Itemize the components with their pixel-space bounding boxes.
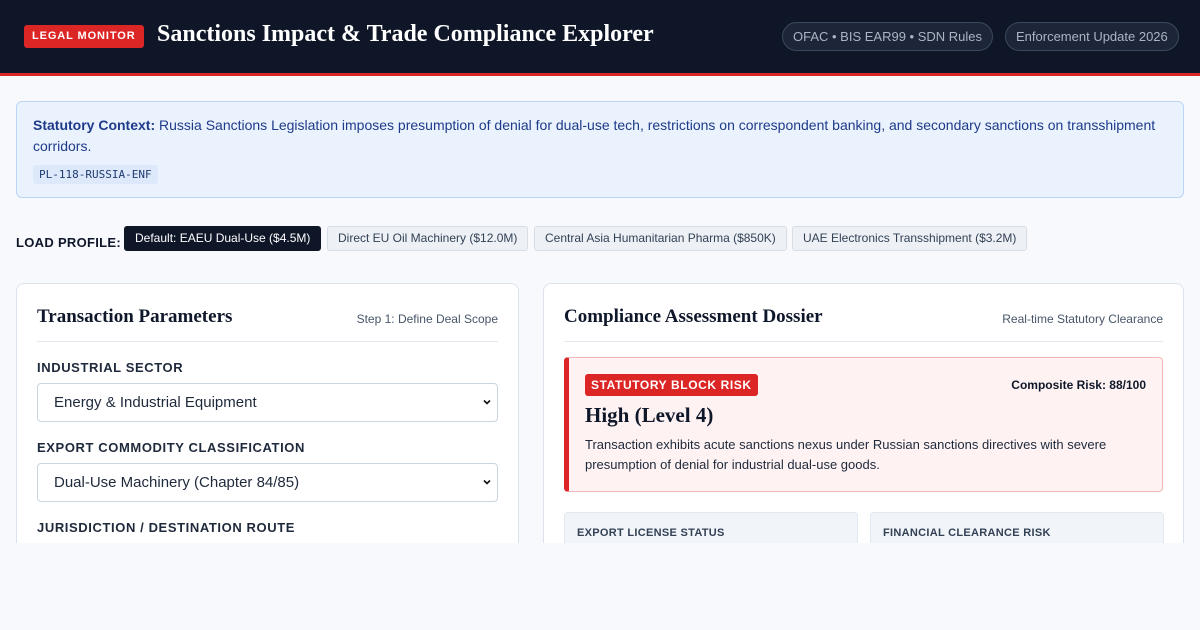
sector-select[interactable]: Energy & Industrial Equipment	[37, 383, 498, 422]
panel-subtitle: Real-time Statutory Clearance	[1002, 312, 1163, 326]
sector-label: INDUSTRIAL SECTOR	[37, 360, 184, 375]
profile-button-default[interactable]: Default: EAEU Dual-Use ($4.5M)	[124, 226, 322, 251]
export-license-label: EXPORT LICENSE STATUS	[577, 527, 725, 539]
risk-level: High (Level 4)	[585, 403, 714, 427]
commodity-label: EXPORT COMMODITY CLASSIFICATION	[37, 440, 306, 455]
panel-header: Transaction Parameters Step 1: Define De…	[37, 306, 498, 342]
sector-value: Energy & Industrial Equipment	[54, 394, 257, 411]
context-body: Russia Sanctions Legislation imposes pre…	[33, 117, 1156, 154]
context-text: Statutory Context: Russia Sanctions Legi…	[33, 115, 1167, 157]
context-label: Statutory Context:	[33, 117, 156, 133]
statutory-block-risk-badge: STATUTORY BLOCK RISK	[585, 374, 758, 396]
statute-code-tag: PL-118-RUSSIA-ENF	[33, 165, 158, 184]
load-profile-label: LOAD PROFILE:	[16, 235, 122, 250]
commodity-value: Dual-Use Machinery (Chapter 84/85)	[54, 474, 300, 491]
panel-step: Step 1: Define Deal Scope	[356, 312, 498, 326]
enforcement-update-pill: Enforcement Update 2026	[1005, 22, 1179, 51]
risk-assessment-card: STATUTORY BLOCK RISK Composite Risk: 88/…	[564, 357, 1163, 492]
compliance-dossier-panel: Compliance Assessment Dossier Real-time …	[543, 283, 1184, 583]
panel-header: Compliance Assessment Dossier Real-time …	[564, 306, 1163, 342]
panel-title: Compliance Assessment Dossier	[564, 306, 823, 327]
legal-monitor-badge: LEGAL MONITOR	[24, 25, 144, 48]
profile-button-central-asia[interactable]: Central Asia Humanitarian Pharma ($850K)	[534, 226, 787, 251]
risk-description: Transaction exhibits acute sanctions nex…	[585, 437, 1107, 472]
profile-button-uae[interactable]: UAE Electronics Transshipment ($3.2M)	[792, 226, 1028, 251]
app-header: LEGAL MONITOR Sanctions Impact & Trade C…	[0, 0, 1200, 76]
statutory-context-banner: Statutory Context: Russia Sanctions Legi…	[16, 101, 1184, 198]
profile-button-eu-oil[interactable]: Direct EU Oil Machinery ($12.0M)	[327, 226, 529, 251]
panel-title: Transaction Parameters	[37, 306, 233, 327]
composite-risk-score: Composite Risk: 88/100	[1011, 378, 1146, 392]
commodity-select[interactable]: Dual-Use Machinery (Chapter 84/85)	[37, 463, 498, 502]
chevron-down-icon	[483, 479, 491, 485]
jurisdiction-label: JURISDICTION / DESTINATION ROUTE	[37, 520, 296, 535]
rules-pill: OFAC • BIS EAR99 • SDN Rules	[782, 22, 993, 51]
transaction-parameters-panel: Transaction Parameters Step 1: Define De…	[16, 283, 519, 583]
chevron-down-icon	[483, 399, 491, 405]
viewport-cutoff	[0, 543, 1200, 630]
financial-clearance-label: FINANCIAL CLEARANCE RISK	[883, 527, 1051, 539]
app-title: Sanctions Impact & Trade Compliance Expl…	[157, 21, 654, 47]
